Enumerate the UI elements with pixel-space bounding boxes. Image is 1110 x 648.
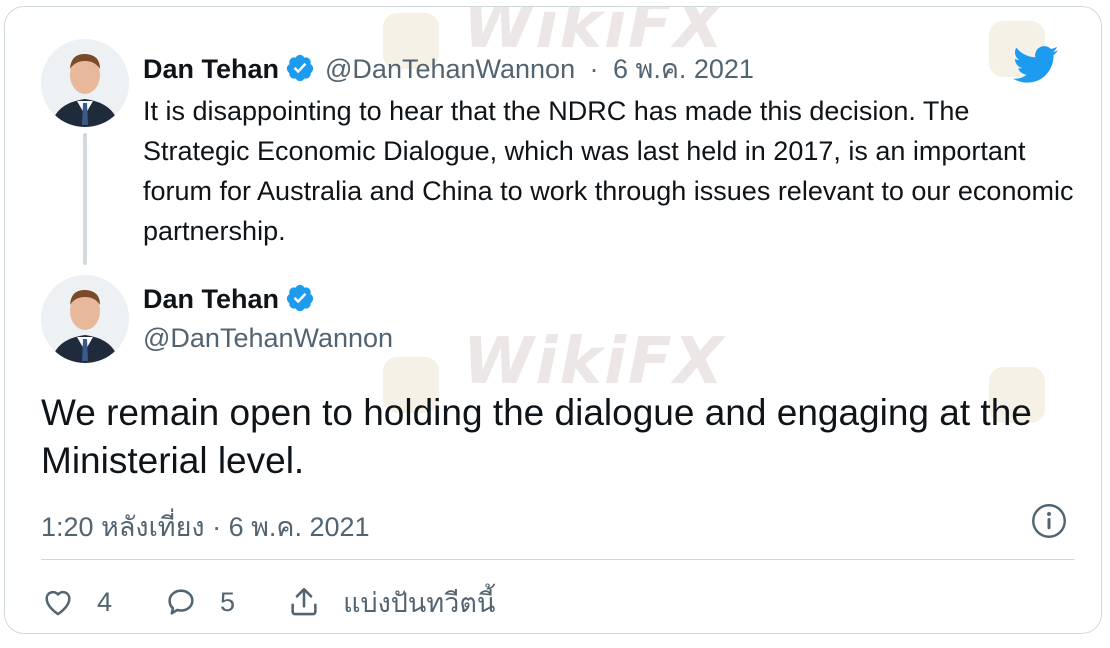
thread-connector-line <box>83 133 87 265</box>
twitter-bird-icon[interactable] <box>1013 45 1059 85</box>
share-button[interactable]: แบ่งปันทวีตนี้ <box>287 581 495 624</box>
like-button[interactable]: 4 <box>41 585 112 619</box>
author-name[interactable]: Dan Tehan <box>143 54 279 84</box>
avatar-portrait-icon <box>41 275 129 363</box>
divider <box>41 559 1075 560</box>
verified-badge-icon <box>286 54 314 82</box>
avatar-portrait-icon <box>41 39 129 127</box>
avatar[interactable] <box>41 39 129 127</box>
author-handle[interactable]: @DanTehanWannon <box>325 54 575 84</box>
tweet-timestamp[interactable]: 1:20 หลังเที่ยง · 6 พ.ค. 2021 <box>41 505 370 548</box>
verified-badge-icon <box>286 284 314 312</box>
reply-button[interactable]: 5 <box>164 585 235 619</box>
quoted-tweet-text: It is disappointing to hear that the NDR… <box>143 96 1074 246</box>
action-bar: 4 5 แบ่งปันทวีตนี้ <box>41 577 547 627</box>
author-name[interactable]: Dan Tehan <box>143 284 279 314</box>
separator-dot: · <box>589 54 599 84</box>
author-handle[interactable]: @DanTehanWannon <box>143 323 393 354</box>
like-count: 4 <box>97 586 113 617</box>
reply-icon <box>168 589 194 615</box>
share-label: แบ่งปันทวีตนี้ <box>343 587 496 618</box>
main-tweet-author: Dan Tehan <box>143 283 315 315</box>
watermark-text: WikiFX <box>463 325 726 399</box>
tweet-date[interactable]: 6 พ.ค. 2021 <box>613 54 754 84</box>
heart-icon <box>45 590 71 616</box>
share-icon <box>291 587 317 616</box>
avatar[interactable] <box>41 275 129 363</box>
quoted-tweet-header: Dan Tehan @DanTehanWannon · 6 พ.ค. 2021 <box>143 47 754 90</box>
reply-count: 5 <box>220 586 236 617</box>
info-icon[interactable] <box>1031 503 1067 539</box>
main-tweet-text: We remain open to holding the dialogue a… <box>41 392 1032 481</box>
tweet-card: WikiFX WikiFX Dan Tehan @DanTehanWannon ·… <box>4 6 1102 634</box>
